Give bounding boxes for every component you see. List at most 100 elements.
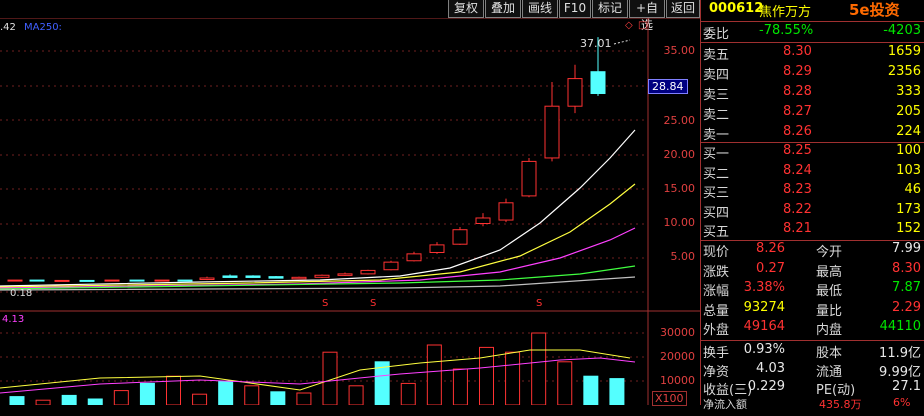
buy-level-label: 买一 (703, 147, 730, 162)
ytick-25: 25.00 (663, 114, 696, 127)
fundamental-row: 净资 4.03 流通 9.99亿 (701, 361, 924, 381)
ytick-20: 20.00 (663, 148, 696, 161)
ma10-line (0, 183, 636, 288)
buy-level-row[interactable]: 买四 8.22 173 (701, 202, 924, 222)
candle (177, 279, 193, 282)
volume-bar (557, 361, 573, 405)
ytick-5: 5.00 (670, 250, 696, 263)
sell-level-volume: 224 (896, 124, 921, 139)
candle (337, 273, 353, 276)
volume-bar (296, 392, 312, 405)
buy-level-price: 8.25 (783, 143, 812, 158)
stat-label: 外盘 (703, 323, 730, 338)
mark-button[interactable]: 标记 (592, 0, 628, 18)
volume-prefix: 4.13 (2, 314, 25, 325)
quote-stat-row: 涨幅 3.38% 最低 7.87 (701, 280, 924, 300)
candle (245, 275, 261, 278)
back-button[interactable]: 返回 (666, 0, 700, 18)
signal-marker[interactable]: S (322, 298, 328, 309)
candle (54, 279, 70, 282)
kline-svg (0, 18, 700, 405)
sell-level-price: 8.27 (783, 104, 812, 119)
sell-level-label: 卖五 (703, 48, 730, 63)
stat-value: 8.30 (892, 260, 921, 276)
current-price-tag: 28.84 (648, 79, 688, 94)
candle (429, 244, 445, 253)
candle (29, 279, 45, 282)
fund-label: 净资 (703, 364, 730, 380)
buy-level-row[interactable]: 买三 8.23 46 (701, 182, 924, 202)
candle (199, 277, 215, 281)
sell-level-volume: 205 (896, 104, 921, 119)
candle (544, 105, 560, 159)
stat-label: 最低 (816, 284, 843, 299)
buy-level-label: 买二 (703, 166, 730, 182)
sell-level-row[interactable]: 卖二 8.27 205 (701, 104, 924, 124)
stat-value: 0.27 (756, 260, 785, 276)
net-inflow-pct: 6% (893, 396, 911, 409)
quote-stat-row: 现价 8.26 今开 7.99 (701, 241, 924, 261)
add-watchlist-button[interactable]: +自选 (629, 0, 665, 32)
stat-label: 内盘 (816, 323, 843, 338)
fundamental-row: 换手 0.93% 股本 11.9亿 (701, 342, 924, 362)
buy-level-row[interactable]: 买一 8.25 100 (701, 143, 924, 163)
candle (521, 160, 537, 197)
net-inflow-value: 435.8万 (819, 398, 862, 411)
buy-level-price: 8.22 (783, 201, 812, 217)
signal-marker[interactable]: S (370, 298, 376, 309)
volume-bar (452, 368, 468, 405)
sell-level-row[interactable]: 卖三 8.28 333 (701, 84, 924, 104)
buy-level-volume: 100 (896, 143, 921, 158)
draw-line-button[interactable]: 画线 (522, 0, 558, 18)
stat-value: 44110 (879, 319, 921, 334)
stat-value: 3.38% (743, 280, 785, 295)
sell-level-row[interactable]: 卖四 8.29 2356 (701, 64, 924, 84)
candle (590, 71, 606, 95)
stat-value: 8.26 (756, 241, 785, 256)
fund-value: 0.93% (743, 342, 785, 357)
buy-level-price: 8.24 (783, 162, 812, 178)
ma20-line (0, 227, 636, 289)
square-icon[interactable]: □ (638, 20, 647, 31)
sell-level-label: 卖二 (703, 108, 730, 123)
volume-bar (270, 391, 286, 405)
weibi-value: -78.55% (759, 23, 814, 38)
quote-panel: 000612 焦作万方 5e投资 委比 -78.55% -4203 卖五 8.30… (700, 0, 924, 411)
candle (360, 269, 376, 275)
candle (7, 279, 23, 282)
buy-level-volume: 46 (904, 182, 921, 197)
candle (268, 276, 284, 279)
sell-level-label: 卖三 (703, 88, 730, 103)
signal-marker[interactable]: S (536, 298, 542, 309)
volume-bar (609, 378, 625, 405)
volume-bar (9, 396, 25, 405)
buy-level-row[interactable]: 买二 8.24 103 (701, 163, 924, 183)
net-inflow-label: 净流入额 (703, 398, 747, 411)
diamond-icon[interactable]: ◇ (625, 20, 633, 31)
overlay-button[interactable]: 叠加 (485, 0, 521, 18)
sell-level-row[interactable]: 卖五 8.30 1659 (701, 44, 924, 64)
low-price-label: 0.18 (10, 288, 33, 299)
kline-chart[interactable]: .42 MA250: 35.00 25.00 20.00 15.00 10.00… (0, 18, 700, 406)
volume-bar (348, 385, 364, 405)
candle (406, 253, 422, 262)
volume-unit: X100 (652, 391, 687, 406)
sell-level-label: 卖四 (703, 68, 730, 83)
weibi-row: 委比 -78.55% -4203 (701, 23, 924, 43)
sell-level-row[interactable]: 卖一 8.26 224 (701, 124, 924, 144)
ma250-label: MA250: (24, 22, 62, 33)
fund-value: 4.03 (756, 360, 785, 376)
fund-value: 0.229 (747, 379, 785, 394)
candle (383, 261, 399, 271)
restore-rights-button[interactable]: 复权 (448, 0, 484, 18)
buy-level-row[interactable]: 买五 8.21 152 (701, 221, 924, 241)
volume-bar (87, 398, 103, 405)
stat-label: 涨跌 (703, 264, 730, 280)
sell-level-volume: 2356 (887, 64, 921, 79)
volume-bar (192, 393, 208, 405)
high-pointer (613, 39, 631, 45)
weibi-diff: -4203 (883, 23, 921, 38)
f10-button[interactable]: F10 (559, 0, 591, 18)
stock-code: 000612 (709, 1, 764, 16)
stat-label: 量比 (816, 303, 843, 319)
